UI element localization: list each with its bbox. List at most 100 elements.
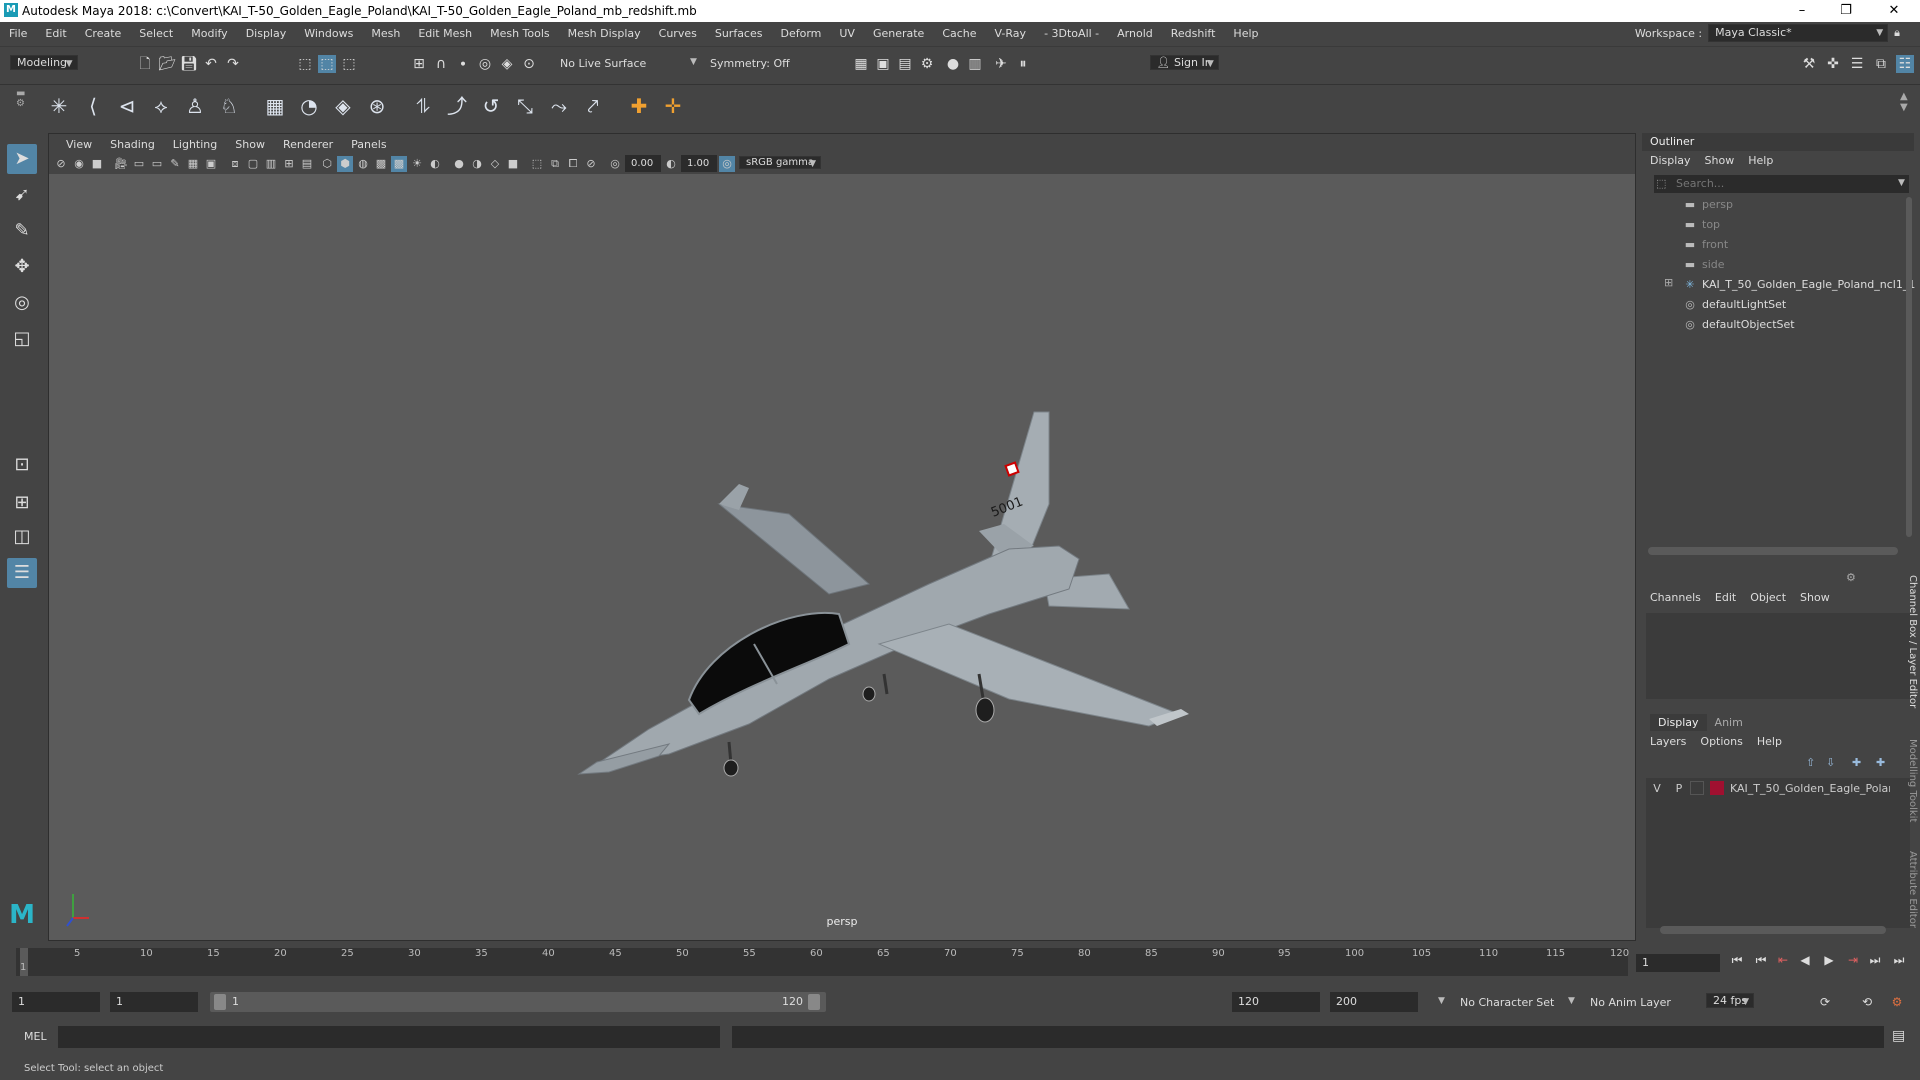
- snap-live-icon[interactable]: ⊙: [520, 55, 538, 73]
- gate-mask-icon[interactable]: ▥: [263, 156, 279, 172]
- wireframe-shade-icon[interactable]: ⬡: [319, 156, 335, 172]
- live-surface-label[interactable]: No Live Surface: [560, 57, 646, 70]
- quick-rig-icon[interactable]: ♙: [180, 91, 210, 121]
- close-button[interactable]: ✕: [1874, 0, 1914, 22]
- fps-dropdown[interactable]: 24 fps ▼: [1706, 993, 1755, 1008]
- step-back-frame-icon[interactable]: ⇤: [1774, 952, 1792, 968]
- color-management-icon[interactable]: ◎: [719, 156, 735, 172]
- motion-blur-icon[interactable]: ●: [451, 156, 467, 172]
- workspace-dropdown[interactable]: Maya Classic* ▼: [1708, 24, 1889, 42]
- channel-box-area[interactable]: [1646, 613, 1910, 699]
- xray-joints-icon[interactable]: ⧉: [547, 156, 563, 172]
- camera-icon[interactable]: 🎥︎: [113, 156, 129, 172]
- locator-icon[interactable]: ✚: [624, 91, 654, 121]
- backface-icon[interactable]: ⊘: [583, 156, 599, 172]
- bind-skin-icon[interactable]: ⟡: [146, 91, 176, 121]
- menu-deform[interactable]: Deform: [771, 27, 830, 40]
- select-object-icon[interactable]: ⬚: [318, 55, 336, 73]
- exposure-icon[interactable]: ◎: [607, 156, 623, 172]
- lasso-tool-icon[interactable]: ➹: [7, 180, 37, 210]
- xray-components-icon[interactable]: ⧠: [565, 156, 581, 172]
- new-scene-icon[interactable]: 🗋: [136, 55, 154, 73]
- antialias-icon[interactable]: ◑: [469, 156, 485, 172]
- ik-spline-icon[interactable]: ⊲: [112, 91, 142, 121]
- snap-surface-icon[interactable]: ◈: [498, 55, 516, 73]
- cluster-icon[interactable]: ◔: [294, 91, 324, 121]
- menu-surfaces[interactable]: Surfaces: [706, 27, 772, 40]
- menu-uv[interactable]: UV: [830, 27, 864, 40]
- grid-icon[interactable]: ▦: [185, 156, 201, 172]
- viewport-menu-lighting[interactable]: Lighting: [164, 138, 226, 151]
- outliner-item-persp[interactable]: ▬ persp: [1682, 196, 1733, 214]
- menu-set-dropdown[interactable]: Modeling ▼: [10, 55, 78, 70]
- wireframe-icon[interactable]: ⧈: [227, 156, 243, 172]
- new-layer-selected-icon[interactable]: ✚: [1876, 756, 1885, 769]
- outliner-menu-show[interactable]: Show: [1705, 154, 1735, 167]
- menu-create[interactable]: Create: [76, 27, 131, 40]
- minimize-button[interactable]: –: [1782, 0, 1822, 22]
- channel-box-icon[interactable]: ☷: [1896, 55, 1914, 73]
- step-forward-key-icon[interactable]: ⏭: [1866, 952, 1884, 968]
- outliner-item-default-light-set[interactable]: ◎ defaultLightSet: [1682, 296, 1786, 314]
- range-right-handle[interactable]: [808, 994, 820, 1010]
- step-back-key-icon[interactable]: ⏮: [1752, 952, 1770, 968]
- viewport-menu-shading[interactable]: Shading: [101, 138, 164, 151]
- snap-grid-icon[interactable]: ⊞: [410, 55, 428, 73]
- animation-end-field[interactable]: 200: [1330, 992, 1418, 1012]
- lattice-icon[interactable]: ▦: [260, 91, 290, 121]
- film-gate-icon[interactable]: ▣: [203, 156, 219, 172]
- point-constraint-icon[interactable]: ⤴: [442, 91, 472, 121]
- human-ik-icon[interactable]: ♘: [214, 91, 244, 121]
- channel-menu-object[interactable]: Object: [1750, 591, 1786, 604]
- open-scene-icon[interactable]: 📂︎: [158, 55, 176, 73]
- pole-vector-icon[interactable]: ⤤: [578, 91, 608, 121]
- resolution-gate-icon[interactable]: ▢: [245, 156, 261, 172]
- menu-arnold[interactable]: Arnold: [1108, 27, 1162, 40]
- script-editor-icon[interactable]: ▤: [1892, 1028, 1905, 1044]
- playback-end-field[interactable]: 120: [1232, 992, 1320, 1012]
- two-view-icon[interactable]: ◫: [7, 522, 37, 552]
- layer-menu-help[interactable]: Help: [1757, 735, 1782, 748]
- menu-windows[interactable]: Windows: [295, 27, 362, 40]
- smooth-shade-icon[interactable]: ⬢: [337, 156, 353, 172]
- animation-prefs-icon[interactable]: ⚙: [1888, 994, 1906, 1010]
- modeling-toolkit-icon[interactable]: ⚒: [1800, 55, 1818, 73]
- grease-pencil-icon[interactable]: ✎: [167, 156, 183, 172]
- move-layer-up-icon[interactable]: ⇧: [1806, 756, 1815, 769]
- outliner-search-input[interactable]: [1654, 175, 1909, 193]
- shadows-icon[interactable]: ☀︎: [409, 156, 425, 172]
- channel-menu-channels[interactable]: Channels: [1650, 591, 1701, 604]
- menu-cache[interactable]: Cache: [933, 27, 985, 40]
- script-language-toggle[interactable]: MEL: [24, 1030, 47, 1043]
- orient-constraint-icon[interactable]: ↺: [476, 91, 506, 121]
- undo-icon[interactable]: ↶: [202, 55, 220, 73]
- menu-edit-mesh[interactable]: Edit Mesh: [409, 27, 481, 40]
- auto-key-icon[interactable]: ⟲: [1858, 994, 1876, 1010]
- layer-color-swatch[interactable]: [1710, 781, 1724, 795]
- layer-name[interactable]: KAI_T_50_Golden_Eagle_Poland: [1730, 782, 1890, 795]
- depth-of-field-icon[interactable]: ◇: [487, 156, 503, 172]
- command-input[interactable]: [58, 1026, 720, 1048]
- expand-icon[interactable]: ⊞: [1664, 276, 1673, 289]
- loop-icon[interactable]: ⟳: [1816, 994, 1834, 1010]
- menu-generate[interactable]: Generate: [864, 27, 933, 40]
- animation-start-field[interactable]: 1: [12, 992, 100, 1012]
- move-tool-icon[interactable]: ✥: [7, 252, 37, 282]
- gamma-field[interactable]: 1.00: [681, 155, 717, 172]
- tool-settings-icon[interactable]: ⧉: [1872, 55, 1890, 73]
- menu-mesh[interactable]: Mesh: [362, 27, 409, 40]
- anim-layer-label[interactable]: No Anim Layer: [1590, 996, 1671, 1009]
- tab-display[interactable]: Display: [1650, 713, 1707, 731]
- go-to-start-icon[interactable]: ⏮: [1728, 952, 1746, 968]
- bookmark-icon[interactable]: ■: [89, 156, 105, 172]
- outliner-item-top[interactable]: ▬ top: [1682, 216, 1720, 234]
- sign-in-dropdown[interactable]: 👤︎ Sign In ▼: [1149, 55, 1219, 70]
- filter-icon[interactable]: ⬚: [1656, 177, 1666, 190]
- image-plane-icon[interactable]: ▭: [131, 156, 147, 172]
- menu-3dtoall[interactable]: - 3DtoAll -: [1035, 27, 1108, 40]
- tab-channel-box[interactable]: Channel Box / Layer Editor: [1900, 575, 1918, 725]
- two-d-pan-icon[interactable]: ▭: [149, 156, 165, 172]
- select-component-icon[interactable]: ⬚: [340, 55, 358, 73]
- move-layer-down-icon[interactable]: ⇩: [1826, 756, 1835, 769]
- attribute-editor-icon[interactable]: ☰: [1848, 55, 1866, 73]
